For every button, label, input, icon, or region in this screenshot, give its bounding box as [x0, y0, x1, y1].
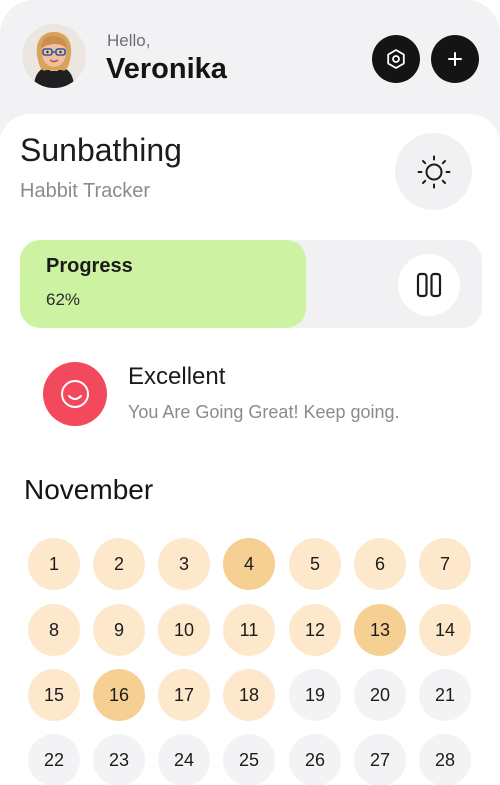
- calendar-day[interactable]: 24: [158, 734, 210, 785]
- calendar-day[interactable]: 7: [419, 538, 471, 590]
- calendar-day[interactable]: 26: [289, 734, 341, 785]
- calendar-day[interactable]: 3: [158, 538, 210, 590]
- calendar-day[interactable]: 16: [93, 669, 145, 721]
- calendar-day[interactable]: 18: [223, 669, 275, 721]
- status-title: Excellent: [128, 363, 226, 390]
- calendar-day[interactable]: 4: [223, 538, 275, 590]
- calendar-day[interactable]: 14: [419, 604, 471, 656]
- pause-button[interactable]: [398, 254, 460, 316]
- status-message: You Are Going Great! Keep going.: [128, 402, 400, 422]
- sun-icon: [417, 155, 450, 188]
- pause-icon: [416, 272, 442, 298]
- calendar-day[interactable]: 1: [28, 538, 80, 590]
- calendar-day[interactable]: 17: [158, 669, 210, 721]
- status-badge: [43, 362, 107, 426]
- calendar-month: November: [24, 474, 154, 505]
- calendar-day[interactable]: 13: [354, 604, 406, 656]
- calendar-day[interactable]: 19: [289, 669, 341, 721]
- calendar-day[interactable]: 27: [354, 734, 406, 785]
- calendar-day[interactable]: 23: [93, 734, 145, 785]
- progress-fill: [20, 240, 307, 328]
- avatar-illustration: [22, 24, 86, 88]
- calendar-day[interactable]: 12: [289, 604, 341, 656]
- calendar-day[interactable]: 22: [28, 734, 80, 785]
- hexagon-gear-icon: [387, 49, 405, 69]
- settings-button[interactable]: [372, 35, 420, 83]
- username: Veronika: [106, 53, 227, 85]
- calendar-day[interactable]: 25: [223, 734, 275, 785]
- calendar-day[interactable]: 2: [93, 538, 145, 590]
- calendar-day[interactable]: 15: [28, 669, 80, 721]
- calendar-day[interactable]: 10: [158, 604, 210, 656]
- avatar[interactable]: [22, 24, 86, 88]
- smile-icon: [61, 380, 89, 408]
- calendar-day[interactable]: 20: [354, 669, 406, 721]
- calendar-day[interactable]: 11: [223, 604, 275, 656]
- habit-title: Sunbathing: [20, 132, 182, 168]
- calendar-day[interactable]: 9: [93, 604, 145, 656]
- habit-subtitle: Habbit Tracker: [20, 180, 151, 202]
- habit-tracker-screen: Hello, Veronika Sunbathing Habbit Tracke…: [0, 0, 500, 785]
- progress-label: Progress: [46, 255, 133, 277]
- habit-icon-button[interactable]: [395, 133, 472, 210]
- progress-value: 62%: [46, 290, 81, 309]
- calendar-day[interactable]: 5: [289, 538, 341, 590]
- add-habit-button[interactable]: [431, 35, 479, 83]
- calendar-day[interactable]: 6: [354, 538, 406, 590]
- calendar-day[interactable]: 21: [419, 669, 471, 721]
- greeting-text: Hello,: [107, 31, 151, 50]
- calendar-day[interactable]: 8: [28, 604, 80, 656]
- calendar-day[interactable]: 28: [419, 734, 471, 785]
- plus-icon: [448, 52, 462, 66]
